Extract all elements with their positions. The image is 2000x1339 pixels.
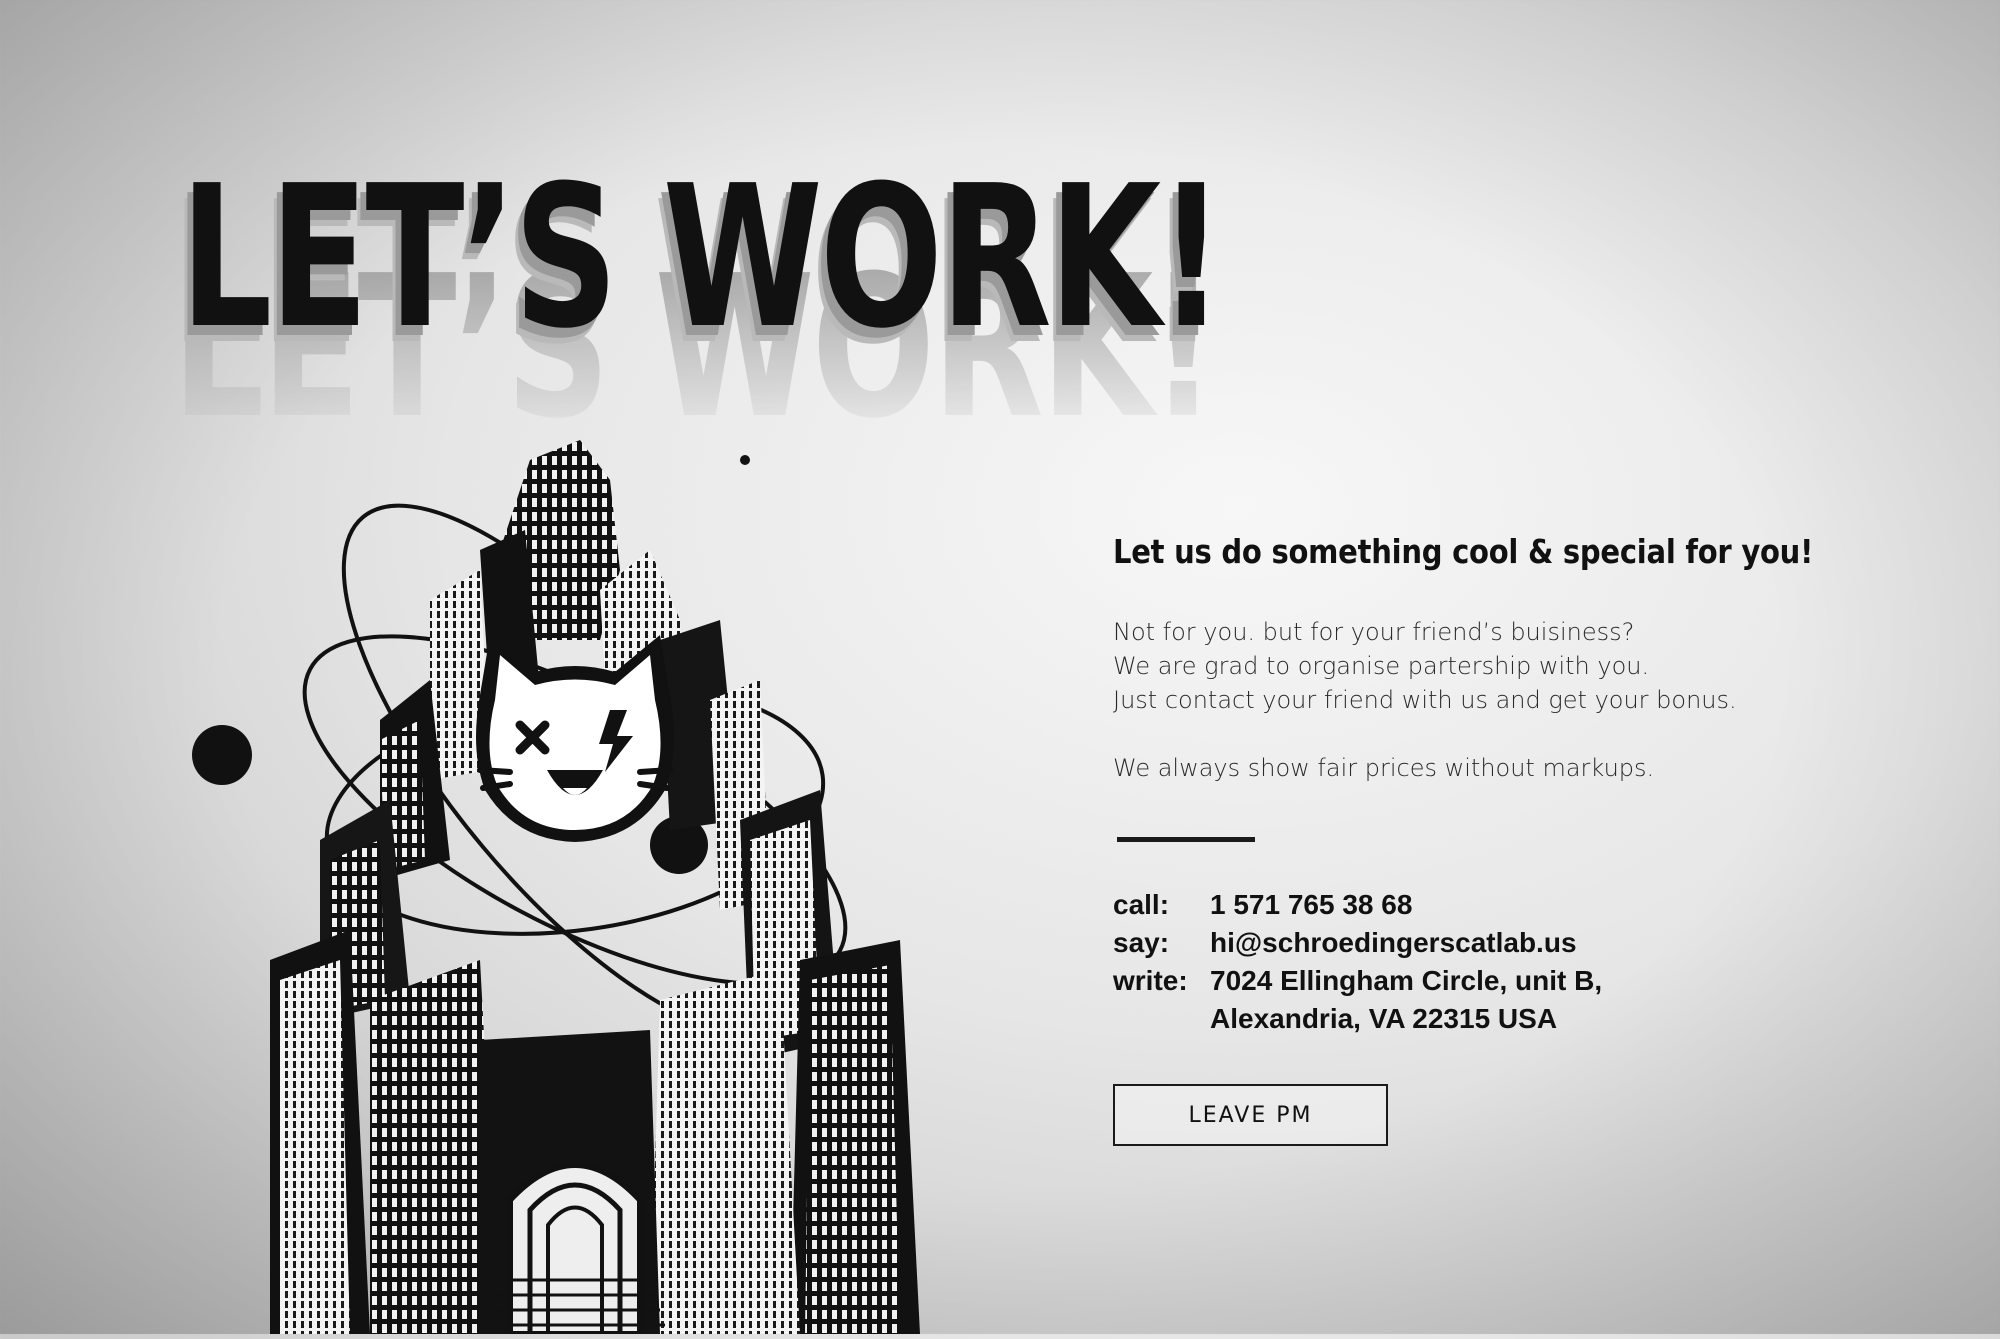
call-label: call: (1113, 889, 1170, 920)
address-line-2: Alexandria, VA 22315 USA (1210, 1003, 1558, 1034)
email-value: hi@schroedingerscatlab.us (1210, 924, 1577, 962)
intro-line: Not for you. but for your friend’s buisi… (1113, 618, 1635, 646)
intro-text: Not for you. but for your friend’s buisi… (1113, 615, 1933, 785)
atom-city-cat-illustration (180, 440, 970, 1337)
address-value: 7024 Ellingham Circle, unit B, Alexandri… (1210, 962, 1602, 1038)
contact-list: call: 1 571 765 38 68 say: hi@schroeding… (1113, 886, 1933, 1038)
contact-panel: Let us do something cool & special for y… (1113, 532, 1933, 1146)
electron-dot (192, 725, 252, 785)
write-label: write: (1113, 965, 1188, 996)
fair-prices-text: We always show fair prices without marku… (1113, 754, 1655, 782)
city-skyline (270, 440, 920, 1337)
email-link[interactable]: hi@schroedingerscatlab.us (1210, 927, 1577, 958)
say-label: say: (1113, 927, 1170, 958)
divider (1117, 837, 1255, 842)
tagline: Let us do something cool & special for y… (1113, 532, 1814, 571)
leave-pm-button[interactable]: LEAVE PM (1113, 1084, 1388, 1146)
contact-row-say: say: hi@schroedingerscatlab.us (1113, 924, 1933, 962)
phone-value: 1 571 765 38 68 (1210, 886, 1412, 924)
contact-row-call: call: 1 571 765 38 68 (1113, 886, 1933, 924)
electron-dot (740, 455, 750, 465)
intro-line: Just contact your friend with us and get… (1113, 686, 1737, 714)
intro-line: We are grad to organise partership with … (1113, 652, 1650, 680)
contact-row-write: write: 7024 Ellingham Circle, unit B, Al… (1113, 962, 1933, 1038)
page-headline: LET’S WORK! (180, 144, 1224, 372)
phone-link[interactable]: 1 571 765 38 68 (1210, 889, 1412, 920)
cat-face-icon (476, 635, 674, 842)
address-line-1: 7024 Ellingham Circle, unit B, (1210, 965, 1603, 996)
